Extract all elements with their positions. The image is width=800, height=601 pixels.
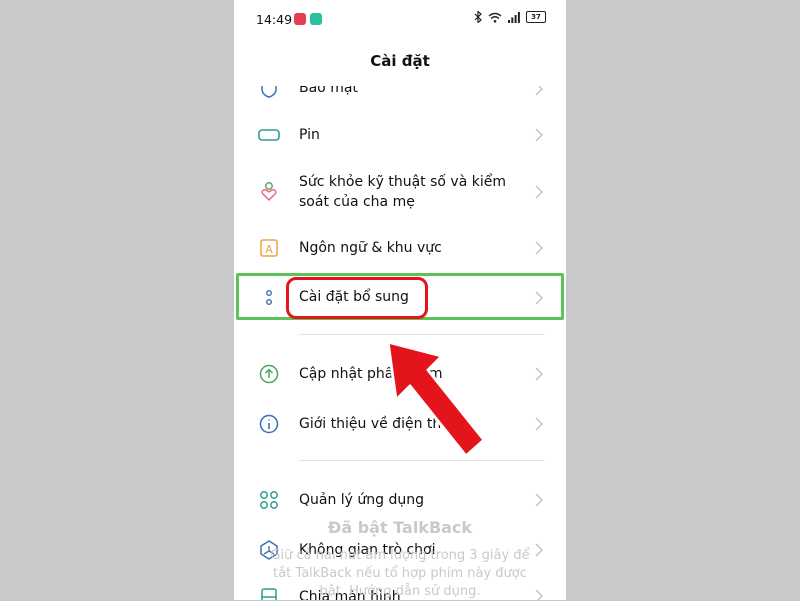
settings-item-app-management[interactable]: Quản lý ứng dụng: [234, 478, 566, 522]
notification-icon: [310, 13, 322, 25]
settings-item-language[interactable]: A Ngôn ngữ & khu vực: [234, 226, 566, 270]
red-arrow-annotation: [386, 340, 486, 458]
bluetooth-icon: [474, 11, 482, 23]
status-time: 14:49: [256, 12, 293, 27]
info-icon: [259, 414, 279, 434]
battery-icon: [258, 129, 280, 141]
signal-icon: [508, 11, 520, 23]
chevron-right-icon: [535, 128, 544, 142]
language-icon: A: [260, 239, 278, 257]
svg-text:A: A: [265, 243, 273, 256]
toast-title: Đã bật TalkBack: [327, 518, 473, 537]
chevron-right-icon: [535, 241, 544, 255]
notification-icon: [294, 13, 306, 25]
talkback-toast: Đã bật TalkBack Giữ cả hai nút âm lượng …: [234, 518, 566, 601]
toast-message: Giữ cả hai nút âm lượng trong 3 giây để …: [270, 548, 530, 599]
settings-item-battery[interactable]: Pin: [234, 113, 566, 157]
status-icons: 37: [474, 11, 546, 23]
chevron-right-icon: [535, 367, 544, 381]
chevron-right-icon: [535, 417, 544, 431]
settings-item-label: Pin: [299, 127, 320, 143]
apps-icon: [260, 491, 278, 509]
settings-item-label: Sức khỏe kỹ thuật số và kiểm soát của ch…: [299, 174, 506, 210]
settings-item-label: Ngôn ngữ & khu vực: [299, 240, 442, 256]
wellbeing-icon: [261, 182, 277, 202]
chevron-right-icon: [535, 493, 544, 507]
status-bar: 14:49 37: [234, 0, 566, 40]
battery-level: 37: [526, 11, 546, 23]
chevron-right-icon: [535, 185, 544, 199]
wifi-icon: [488, 12, 502, 23]
update-icon: [259, 364, 279, 384]
settings-item-label: Quản lý ứng dụng: [299, 492, 425, 508]
highlight-box-red: [286, 277, 428, 319]
page-title: Cài đặt: [370, 52, 430, 70]
settings-item-digital-wellbeing[interactable]: Sức khỏe kỹ thuật số và kiểm soát của ch…: [234, 163, 566, 221]
